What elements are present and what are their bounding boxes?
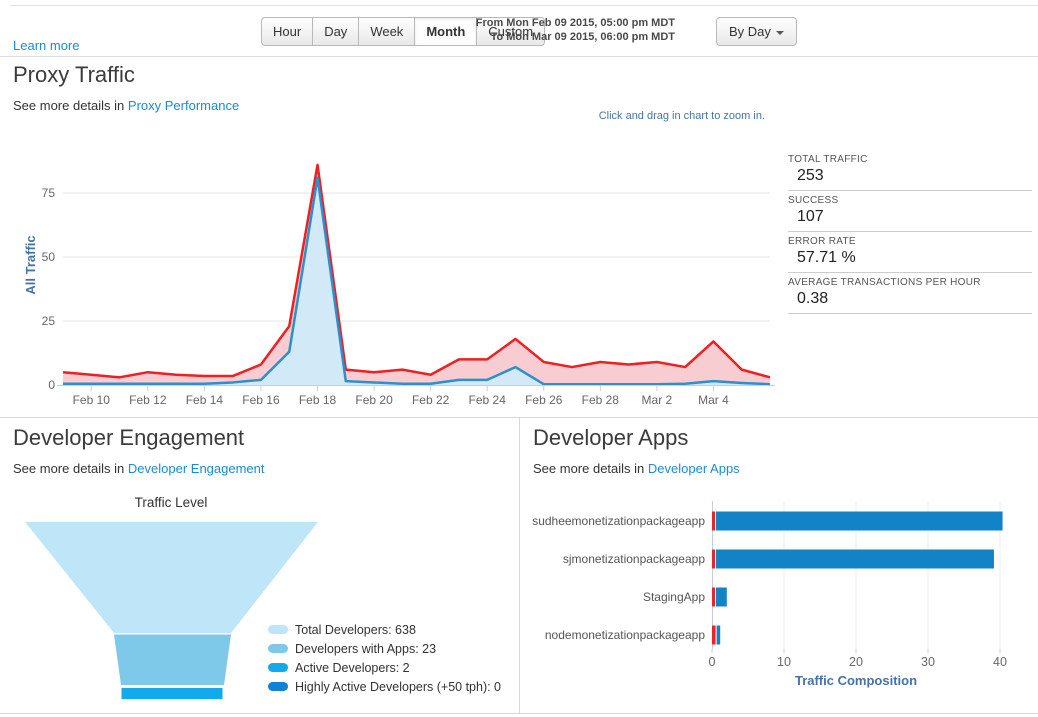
stat-total-traffic: TOTAL TRAFFIC 253 [788,150,1032,191]
developer-engagement-panel: Developer Engagement See more details in… [0,417,519,713]
legend-item[interactable]: Total Developers: 638 [268,620,501,639]
top-divider [10,5,1038,6]
granularity-dropdown-button[interactable]: By Day [716,17,797,46]
legend-swatch-icon [268,644,288,653]
legend-item[interactable]: Active Developers: 2 [268,658,501,677]
success-line [63,178,770,385]
y-tick-label: 75 [42,186,56,200]
x-tick-label: Feb 24 [469,393,507,407]
x-tick-label: Feb 20 [355,393,393,407]
proxy-traffic-subtitle: See more details in Proxy Performance [13,98,239,113]
bar-category-label: sudheemonetizationpackageapp [532,514,705,528]
y-tick-label: 0 [48,378,55,392]
legend-swatch-icon [268,663,288,672]
stat-avg-tph: AVERAGE TRANSACTIONS PER HOUR 0.38 [788,273,1032,314]
stat-label: TOTAL TRAFFIC [788,154,1032,165]
x-tick-label: Mar 4 [698,393,729,407]
bar-error-3 [712,626,716,645]
stat-label: ERROR RATE [788,236,1032,247]
range-button-week[interactable]: Week [358,17,415,46]
stat-error-rate: ERROR RATE 57.71 % [788,232,1032,273]
stat-value: 107 [788,208,1032,226]
proxy-traffic-stats-panel: TOTAL TRAFFIC 253 SUCCESS 107 ERROR RATE… [788,150,1032,314]
range-button-day[interactable]: Day [312,17,359,46]
x-tick-label: 0 [709,655,716,669]
x-tick-label: Feb 16 [242,393,280,407]
proxy-traffic-area-chart[interactable]: 0 25 50 75 Feb 10 Feb 12 Feb 14 Feb 16 Feb 18 Feb… [0,130,780,410]
x-tick-label: Feb 12 [129,393,167,407]
x-tick-label: 30 [921,655,935,669]
date-range-to: To Mon Mar 09 2015, 06:00 pm MDT [430,30,675,44]
granularity-label: By Day [729,24,771,39]
stat-success: SUCCESS 107 [788,191,1032,232]
bar-error-0 [712,512,715,531]
y-tick-label: 50 [42,250,56,264]
bar-category-label: nodemonetizationpackageapp [545,628,705,642]
funnel-segment-total-developers [25,522,318,633]
x-tick-label: Mar 2 [642,393,673,407]
legend-label: Active Developers: 2 [295,661,410,675]
x-tick-label: Feb 22 [412,393,450,407]
legend-swatch-icon [268,625,288,634]
subtitle-prefix: See more details in [13,98,124,113]
x-tick-label: Feb 18 [299,393,337,407]
success-area [63,178,770,385]
header-divider [0,56,1038,57]
legend-item[interactable]: Developers with Apps: 23 [268,639,501,658]
bar-error-1 [712,550,715,569]
bar-success-3 [717,626,721,645]
legend-swatch-icon [268,682,288,691]
learn-more-link[interactable]: Learn more [13,38,79,53]
legend-label: Total Developers: 638 [295,623,416,637]
legend-label: Developers with Apps: 23 [295,642,436,656]
bar-success-2 [716,588,727,607]
x-tick-label: 40 [993,655,1007,669]
bar-success-0 [716,512,1003,531]
bottom-divider [0,713,1038,714]
proxy-performance-link[interactable]: Proxy Performance [128,98,239,113]
total-traffic-line [63,165,770,377]
funnel-segment-active-developers [122,688,223,699]
date-range-display: From Mon Feb 09 2015, 05:00 pm MDT To Mo… [430,16,675,44]
bar-error-2 [712,588,715,607]
stat-value: 0.38 [788,290,1032,308]
developer-apps-bar-chart: sudheemonetizationpackageapp sjmonetizati… [519,417,1038,713]
legend-item[interactable]: Highly Active Developers (+50 tph): 0 [268,677,501,696]
x-tick-label: Feb 28 [582,393,620,407]
x-tick-label: Feb 14 [186,393,224,407]
bar-success-1 [716,550,994,569]
range-button-hour[interactable]: Hour [261,17,313,46]
stat-label: AVERAGE TRANSACTIONS PER HOUR [788,277,1032,288]
x-axis-title: Traffic Composition [795,673,917,688]
stat-label: SUCCESS [788,195,1032,206]
stat-value: 57.71 % [788,249,1032,267]
developer-apps-panel: Developer Apps See more details in Devel… [519,417,1038,713]
stat-value: 253 [788,167,1032,185]
chart-zoom-hint: Click and drag in chart to zoom in. [365,110,765,122]
bar-category-label: sjmonetizationpackageapp [563,552,705,566]
x-tick-label: Feb 26 [525,393,563,407]
dashboard-page: { "toolbar": { "learn_more": "Learn more… [0,0,1038,717]
total-traffic-area [63,165,770,385]
x-tick-label: 20 [849,655,863,669]
x-tick-label: Feb 10 [73,393,111,407]
funnel-legend: Total Developers: 638 Developers with App… [268,620,501,696]
legend-label: Highly Active Developers (+50 tph): 0 [295,680,501,694]
date-range-from: From Mon Feb 09 2015, 05:00 pm MDT [430,16,675,30]
funnel-segment-developers-with-apps [114,635,231,686]
chevron-down-icon [776,31,784,35]
proxy-traffic-title: Proxy Traffic [13,62,135,88]
x-tick-label: 10 [777,655,791,669]
y-axis-title: All Traffic [23,235,38,294]
bar-category-label: StagingApp [643,590,705,604]
y-tick-label: 25 [42,314,56,328]
